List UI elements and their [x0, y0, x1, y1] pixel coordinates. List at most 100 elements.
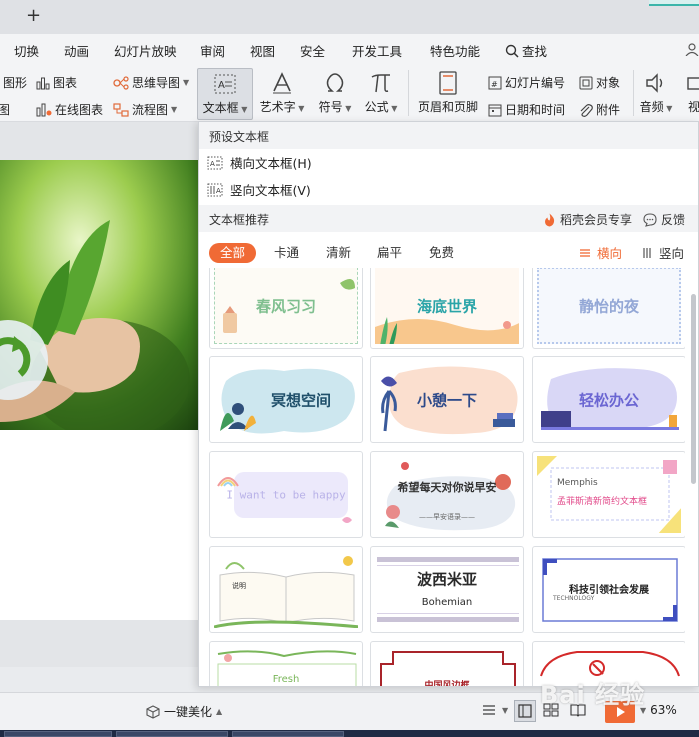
flame-icon [545, 213, 555, 226]
orientation-horizontal[interactable]: 横向 [579, 243, 622, 262]
chart-label: 图表 [53, 76, 78, 90]
symbol-button[interactable]: 符号 ▼ [314, 68, 356, 120]
textbox-button[interactable]: A 文本框 ▼ [197, 68, 253, 120]
recommend-section-header: 文本框推荐 稻壳会员专享 反馈 [199, 205, 698, 232]
hands-plant-image [0, 160, 200, 430]
menu-search[interactable]: 查找 [505, 41, 547, 60]
wordart-button[interactable]: 艺术字 ▼ [256, 68, 308, 120]
taskbar-window[interactable] [4, 731, 112, 737]
smartart-button[interactable]: 图 [0, 101, 10, 118]
panel-scrollbar[interactable] [689, 272, 697, 682]
card-subtitle: Bohemian [421, 597, 473, 608]
filter-flat[interactable]: 扁平 [377, 243, 402, 263]
horizontal-textbox-icon: A [207, 156, 223, 169]
template-card-underwater-world[interactable]: 海底世界 [370, 268, 524, 349]
menu-slideshow[interactable]: 幻灯片放映 [114, 41, 177, 60]
menu-review[interactable]: 审阅 [200, 41, 225, 60]
audio-button[interactable]: 音频 ▼ [638, 68, 674, 120]
one-click-beautify-button[interactable]: 一键美化 ▲ [146, 703, 222, 720]
flowchart-icon [113, 102, 129, 117]
people-icon[interactable] [685, 42, 699, 56]
online-chart-label: 在线图表 [55, 103, 104, 117]
menu-security[interactable]: 安全 [300, 41, 325, 60]
vertical-textbox-item[interactable]: A 竖向文本框(V) [199, 176, 698, 203]
caret-icon: ▼ [663, 104, 673, 113]
menu-view[interactable]: 视图 [250, 41, 275, 60]
menu-bar: 切换 动画 幻灯片放映 审阅 视图 安全 开发工具 特色功能 查找 [0, 34, 699, 64]
baidu-watermark: Bai 经验 [540, 681, 646, 709]
vertical-lines-icon [643, 247, 651, 258]
orientation-vertical[interactable]: 竖向 [641, 243, 684, 262]
ribbon-divider [408, 70, 409, 116]
taskbar-window[interactable] [232, 731, 344, 737]
textbox-dropdown-panel: 预设文本框 A 横向文本框(H) A 竖向文本框(V) 文本框推荐 稻壳会员专享… [198, 121, 699, 687]
caret-icon: ▼ [342, 104, 352, 113]
mindmap-button[interactable]: 思维导图 ▼ [113, 74, 189, 91]
datetime-label: 日期和时间 [505, 103, 566, 117]
object-button[interactable]: 对象 [579, 74, 620, 91]
new-tab-button[interactable]: + [26, 4, 41, 28]
slide-number-icon: # [488, 76, 502, 89]
ribbon-toolbar: 图形 图表 图 在线图表 思维导图 ▼ 流程图 ▼ A 文本框 ▼ 艺术字 ▼ … [0, 64, 699, 122]
filter-free[interactable]: 免费 [429, 243, 454, 263]
slide[interactable] [0, 160, 200, 620]
cube-icon [146, 704, 160, 719]
template-card-good-morning[interactable]: 希望每天对你说早安 ——早安语录—— [370, 451, 524, 538]
video-button[interactable]: 视 [684, 68, 699, 120]
template-card-spring-breeze[interactable]: 春风习习 [209, 268, 363, 349]
template-card-take-a-break[interactable]: 小憩一下 [370, 356, 524, 443]
shape-button[interactable]: 图形 [0, 74, 27, 91]
feedback-link[interactable]: 反馈 [643, 211, 685, 228]
chart-button[interactable]: 图表 [36, 74, 77, 91]
template-card-technology[interactable]: 科技引领社会发展 TECHNOLOGY [532, 546, 685, 633]
menu-animation[interactable]: 动画 [64, 41, 89, 60]
attachment-button[interactable]: 附件 [579, 101, 620, 118]
audio-label: 音频 [639, 100, 664, 114]
zoom-label: 63% [650, 703, 677, 717]
formula-button[interactable]: 公式 ▼ [360, 68, 402, 120]
template-card-fresh[interactable]: Fresh [209, 641, 363, 686]
template-card-easy-office[interactable]: 轻松办公 [532, 356, 685, 443]
slide-number-button[interactable]: # 幻灯片编号 [488, 74, 565, 91]
taskbar-window[interactable] [116, 731, 228, 737]
caret-up-icon: ▲ [216, 707, 223, 716]
filter-fresh[interactable]: 清新 [326, 243, 351, 263]
symbol-label: 符号 [318, 100, 343, 114]
member-exclusive-link[interactable]: 稻壳会员专享 [543, 211, 632, 228]
zoom-level[interactable]: ▼ 63% [640, 703, 677, 717]
card-title: 轻松办公 [578, 391, 639, 409]
card-title: 小憩一下 [416, 391, 477, 409]
template-card-book[interactable]: 说明 [209, 546, 363, 633]
online-chart-button[interactable]: 在线图表 [36, 101, 103, 118]
template-card-meditation-space[interactable]: 冥想空间 [209, 356, 363, 443]
card-title: 科技引领社会发展 [569, 585, 649, 596]
template-card-quiet-night[interactable]: 静怡的夜 [532, 268, 685, 349]
header-footer-label: 页眉和页脚 [417, 100, 478, 114]
notes-toggle[interactable]: ▼ [482, 703, 508, 717]
mindmap-label: 思维导图 [132, 76, 181, 90]
menu-developer[interactable]: 开发工具 [352, 41, 402, 60]
orientation-vertical-label: 竖向 [659, 246, 685, 261]
wordart-label: 艺术字 [259, 100, 296, 114]
menu-features[interactable]: 特色功能 [430, 41, 480, 60]
filter-all[interactable]: 全部 [209, 243, 257, 263]
template-card-bohemian[interactable]: 波西米亚 Bohemian [370, 546, 524, 633]
svg-text:A: A [210, 160, 215, 168]
filter-cartoon[interactable]: 卡通 [274, 243, 299, 263]
horizontal-textbox-item[interactable]: A 横向文本框(H) [199, 149, 698, 176]
menu-transition[interactable]: 切换 [14, 41, 39, 60]
flowchart-button[interactable]: 流程图 ▼ [113, 101, 177, 118]
template-card-memphis[interactable]: Memphis 孟菲斯清新简约文本框 [532, 451, 685, 538]
wordart-icon [273, 72, 291, 94]
card-title: 中国风边框 [424, 681, 470, 687]
scroll-thumb[interactable] [691, 294, 696, 484]
template-card-be-happy[interactable]: I want to be happy [209, 451, 363, 538]
slide-image[interactable] [0, 160, 200, 430]
online-chart-icon [36, 103, 52, 116]
header-footer-button[interactable]: 页眉和页脚 [416, 68, 480, 120]
video-label: 视 [687, 100, 699, 114]
normal-view-button[interactable] [514, 700, 536, 722]
svg-text:#: # [491, 80, 498, 89]
datetime-button[interactable]: 日期和时间 [488, 101, 565, 118]
template-card-chinese-border[interactable]: 中国风边框 [370, 641, 524, 687]
